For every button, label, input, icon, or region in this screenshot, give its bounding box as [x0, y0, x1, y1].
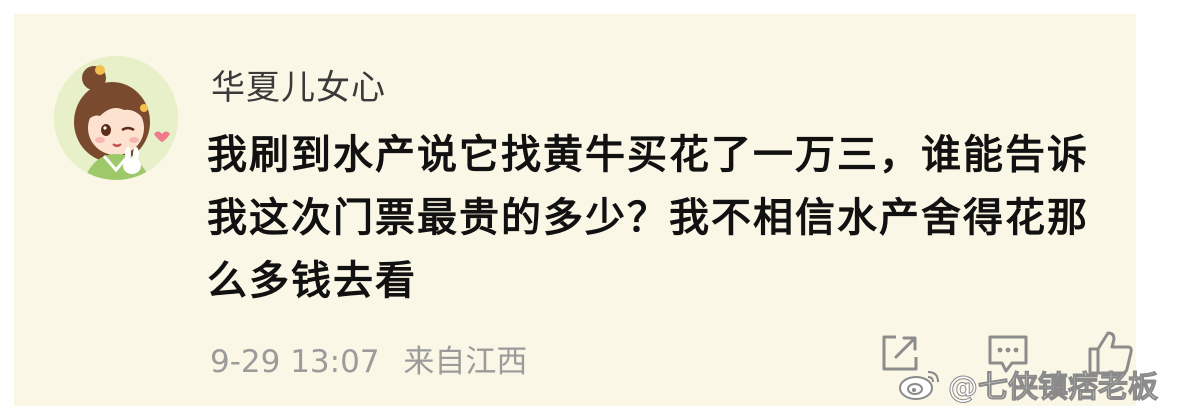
- avatar-illustration-icon: [54, 56, 178, 180]
- watermark: @七侠镇痞老板: [898, 364, 1159, 406]
- avatar[interactable]: [54, 56, 178, 180]
- comment-date: 9-29 13:07: [210, 344, 380, 380]
- username[interactable]: 华夏儿女心: [211, 60, 386, 109]
- watermark-text: @七侠镇痞老板: [948, 370, 1159, 406]
- weibo-icon: [899, 371, 939, 400]
- comment-meta: 9-29 13:07 来自江西: [210, 336, 527, 381]
- comment-card: 华夏儿女心 我刷到水产说它找黄牛买花了一万三，谁能告诉我这次门票最贵的多少？我不…: [14, 14, 1136, 406]
- comment-text: 我刷到水产说它找黄牛买花了一万三，谁能告诉我这次门票最贵的多少？我不相信水产舍得…: [207, 132, 1089, 304]
- comment-location: 来自江西: [403, 344, 528, 380]
